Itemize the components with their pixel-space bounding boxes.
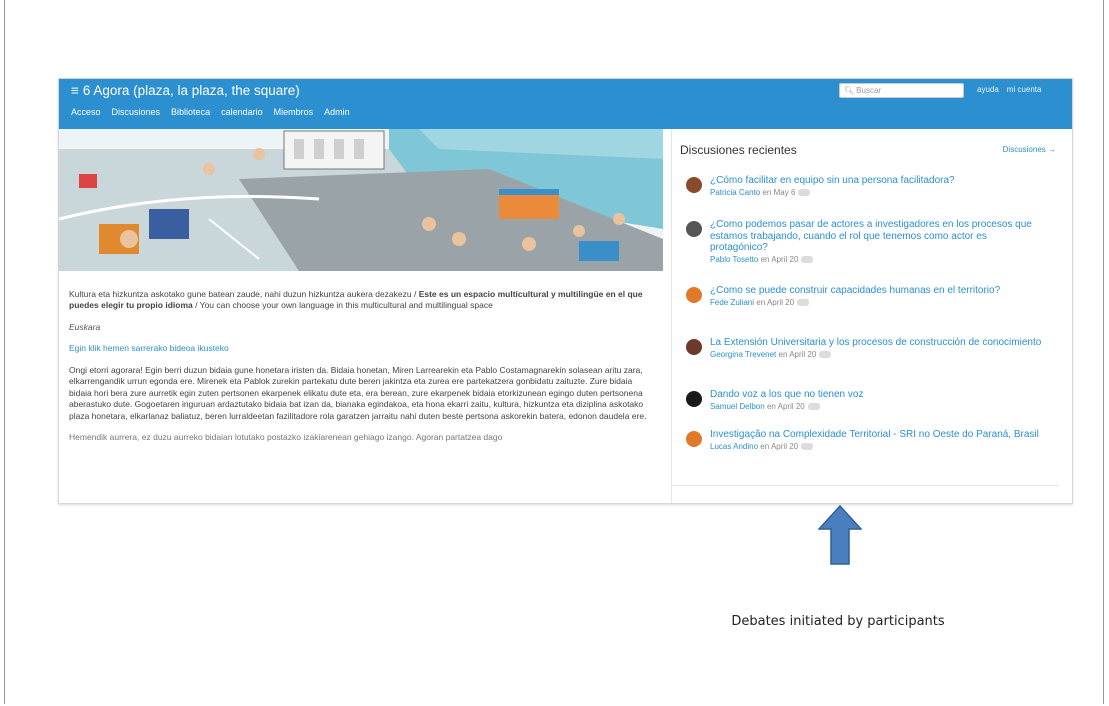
- intro-plain: Kultura eta hizkuntza askotako gune bate…: [69, 289, 419, 299]
- discussion-title[interactable]: ¿Cómo facilitar en equipo sin una person…: [710, 175, 955, 187]
- avatar: [686, 391, 702, 407]
- discussion-item[interactable]: ¿Como se puede construir capacidades hum…: [686, 285, 1046, 307]
- main-column: Kultura eta hizkuntza askotako gune bate…: [59, 129, 663, 503]
- discussion-date: April 20: [766, 297, 795, 307]
- discussion-meta: Patricia Canto en May 6: [710, 188, 955, 197]
- top-links: ayuda mi cuenta: [977, 85, 1041, 94]
- nav-discusiones[interactable]: Discusiones: [112, 107, 161, 117]
- discussion-on: en: [760, 254, 770, 264]
- discussion-date: May 6: [773, 187, 796, 197]
- discussion-author[interactable]: Georgina Trevenet: [710, 350, 776, 359]
- reply-count-badge: [819, 350, 832, 358]
- menu-icon[interactable]: ≡: [71, 83, 79, 98]
- account-link[interactable]: mi cuenta: [1007, 85, 1042, 94]
- nav-biblioteca[interactable]: Biblioteca: [171, 107, 210, 117]
- discussion-on: en: [762, 187, 772, 197]
- avatar: [686, 431, 702, 447]
- discussion-on: en: [766, 401, 776, 411]
- agora-illustration: [59, 129, 663, 271]
- nav-acceso[interactable]: Acceso: [71, 107, 101, 117]
- reply-count-badge: [807, 402, 820, 410]
- discussion-date: April 20: [789, 349, 817, 359]
- discussion-date: April 20: [771, 254, 799, 264]
- discussion-author[interactable]: Samuel Delbon: [710, 402, 765, 411]
- screenshot-window: ≡ 6 Agora (plaza, la plaza, the square) A…: [58, 78, 1073, 504]
- nav-miembros[interactable]: Miembros: [274, 107, 314, 117]
- help-link[interactable]: ayuda: [977, 85, 999, 94]
- discussion-meta: Fede Zuliani en April 20: [710, 298, 1000, 307]
- discussion-item[interactable]: Investigação na Complexidade Territorial…: [686, 429, 1046, 451]
- discussion-title[interactable]: ¿Como podemos pasar de actores a investi…: [710, 219, 1046, 254]
- avatar: [686, 287, 702, 303]
- discussion-on: en: [756, 297, 766, 307]
- discussion-date: April 20: [777, 401, 805, 411]
- discussion-title[interactable]: Dando voz a los que no tienen voz: [710, 389, 863, 401]
- all-discussions-link[interactable]: Discusiones →: [1003, 145, 1056, 154]
- up-arrow-icon: [818, 505, 862, 565]
- search-placeholder: Buscar: [856, 86, 882, 95]
- header-bar: ≡ 6 Agora (plaza, la plaza, the square) A…: [59, 79, 1072, 129]
- avatar: [686, 221, 702, 237]
- discussion-item[interactable]: ¿Como podemos pasar de actores a investi…: [686, 219, 1046, 264]
- group-title[interactable]: ≡ 6 Agora (plaza, la plaza, the square): [71, 83, 300, 98]
- discussion-on: en: [760, 441, 770, 451]
- discussion-author[interactable]: Patricia Canto: [710, 188, 760, 197]
- discussion-item[interactable]: Dando voz a los que no tienen voz Samuel…: [686, 389, 1046, 411]
- discussion-author[interactable]: Pablo Tosetto: [710, 255, 758, 264]
- page-body: Kultura eta hizkuntza askotako gune bate…: [69, 289, 654, 454]
- language-label: Euskara: [69, 321, 101, 332]
- video-link[interactable]: Egin klik hemen sarrerako bideoa ikustek…: [69, 343, 654, 354]
- discussion-title[interactable]: Investigação na Complexidade Territorial…: [710, 429, 1039, 441]
- discussion-meta: Lucas Andino en April 20: [710, 442, 1039, 451]
- nav-admin[interactable]: Admin: [324, 107, 350, 117]
- recent-discussions-heading: Discusiones recientes: [680, 143, 797, 157]
- discussion-item[interactable]: La Extensión Universitaria y los proceso…: [686, 337, 1046, 359]
- discussion-meta: Georgina Trevenet en April 20: [710, 350, 1041, 359]
- discussion-title[interactable]: La Extensión Universitaria y los proceso…: [710, 337, 1041, 349]
- avatar: [686, 177, 702, 193]
- search-input[interactable]: 🔍︎ Buscar: [839, 83, 964, 98]
- discussion-item[interactable]: ¿Cómo facilitar en equipo sin una person…: [686, 175, 1046, 197]
- panel-divider: [672, 485, 1058, 486]
- reply-count-badge: [797, 298, 810, 306]
- discussion-date: April 20: [770, 441, 799, 451]
- arrow-shape: [818, 505, 862, 565]
- discussion-author[interactable]: Fede Zuliani: [710, 298, 754, 307]
- recent-discussions-panel: Discusiones recientes Discusiones → ¿Cóm…: [671, 129, 1070, 503]
- discussion-author[interactable]: Lucas Andino: [710, 442, 758, 451]
- reply-count-badge: [801, 442, 814, 450]
- main-nav: Acceso Discusiones Biblioteca calendario…: [71, 107, 350, 117]
- reply-count-badge: [798, 188, 811, 196]
- reply-count-badge: [801, 255, 814, 263]
- nav-calendario[interactable]: calendario: [221, 107, 263, 117]
- group-title-text[interactable]: 6 Agora (plaza, la plaza, the square): [83, 83, 300, 98]
- search-icon: 🔍︎: [844, 86, 855, 95]
- intro-end: / You can choose your own language in th…: [192, 300, 493, 311]
- discussion-on: en: [778, 349, 788, 359]
- welcome-paragraph: Ongi etorri agorara! Egin berri duzun bi…: [69, 364, 647, 421]
- truncated-paragraph: Hemendik aurrera, ez duzu aurreko bidaia…: [69, 432, 503, 443]
- avatar: [686, 339, 702, 355]
- discussion-title[interactable]: ¿Como se puede construir capacidades hum…: [710, 285, 1000, 297]
- discussion-meta: Samuel Delbon en April 20: [710, 402, 863, 411]
- discussion-meta: Pablo Tosetto en April 20: [710, 255, 1046, 264]
- annotation-caption: Debates initiated by participants: [731, 614, 945, 629]
- illustration-svg: [59, 129, 663, 271]
- intro-paragraph: Kultura eta hizkuntza askotako gune bate…: [69, 289, 654, 312]
